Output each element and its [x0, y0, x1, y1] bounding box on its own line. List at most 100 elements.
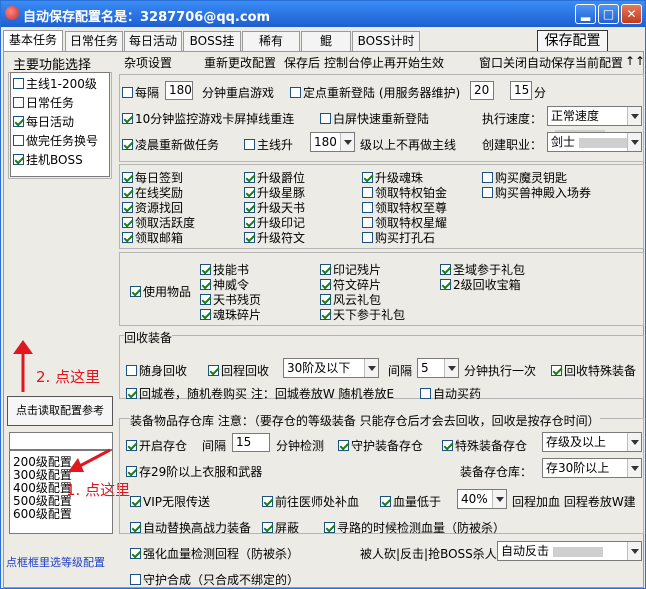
- close-button[interactable]: ✕: [621, 4, 642, 24]
- doctor-checkbox[interactable]: 前往医师处补血: [262, 493, 359, 510]
- checkbox[interactable]: [122, 202, 133, 213]
- save-config-button[interactable]: 保存配置: [537, 30, 608, 52]
- task-item[interactable]: 升级符文: [244, 229, 305, 246]
- checkbox[interactable]: [551, 365, 562, 376]
- checkbox[interactable]: [244, 232, 255, 243]
- tab-boss-idle[interactable]: BOSS挂机: [183, 31, 241, 66]
- timed-hour-input[interactable]: 20: [470, 81, 494, 100]
- special-recycle-checkbox[interactable]: 回收特殊装备: [551, 362, 636, 379]
- replace-equip-checkbox[interactable]: 自动替换高战力装备: [130, 519, 251, 536]
- checkbox[interactable]: [13, 116, 24, 127]
- use-items-checkbox[interactable]: 使用物品: [130, 283, 191, 300]
- task-item[interactable]: 领取邮箱: [122, 229, 183, 246]
- checkbox[interactable]: [13, 97, 24, 108]
- checkbox[interactable]: [362, 187, 373, 198]
- func-item-daily[interactable]: 日常任务: [13, 94, 74, 111]
- recycle-level-select[interactable]: 30阶及以下: [283, 358, 379, 378]
- tab-daily[interactable]: 日常任务: [65, 31, 123, 51]
- checkbox[interactable]: [362, 172, 373, 183]
- guard-synth-checkbox[interactable]: 守护合成（只合成不绑定的）: [130, 571, 299, 588]
- job-select[interactable]: 剑士: [547, 132, 642, 152]
- config-600[interactable]: 600级配置: [13, 505, 72, 522]
- use-item-item[interactable]: 2级回收宝箱: [440, 276, 521, 293]
- checkbox[interactable]: [122, 187, 133, 198]
- checkbox[interactable]: [262, 496, 273, 507]
- checkbox[interactable]: [130, 574, 141, 585]
- restart-checkbox[interactable]: 每隔: [122, 84, 159, 101]
- react-select[interactable]: 自动反击: [497, 541, 642, 561]
- checkbox[interactable]: [244, 202, 255, 213]
- checkbox[interactable]: [122, 217, 133, 228]
- checkbox[interactable]: [130, 522, 141, 533]
- path-detect-checkbox[interactable]: 寻路的时候检测血量（防被杀）: [324, 519, 505, 536]
- checkbox[interactable]: [320, 309, 331, 320]
- checkbox[interactable]: [208, 365, 219, 376]
- checkbox[interactable]: [320, 294, 331, 305]
- checkbox[interactable]: [126, 466, 137, 477]
- maximize-button[interactable]: □: [598, 4, 619, 24]
- storage-gap-input[interactable]: 15: [232, 433, 270, 452]
- checkbox[interactable]: [482, 172, 493, 183]
- tab-rare-boss[interactable]: 稀有BOSS: [242, 31, 300, 66]
- guard-storage-checkbox[interactable]: 守护装备存仓: [338, 437, 423, 454]
- special-storage-checkbox[interactable]: 特殊装备存仓: [442, 437, 527, 454]
- func-item-switch-account[interactable]: 做完任务换号: [13, 132, 98, 149]
- checkbox[interactable]: [442, 440, 453, 451]
- checkbox[interactable]: [420, 388, 431, 399]
- timed-minute-input[interactable]: 15: [510, 81, 532, 100]
- checkbox[interactable]: [362, 232, 373, 243]
- hp-low-checkbox[interactable]: 血量低于: [380, 493, 441, 510]
- checkbox[interactable]: [130, 548, 141, 559]
- checkbox[interactable]: [200, 294, 211, 305]
- checkbox[interactable]: [262, 522, 273, 533]
- checkbox[interactable]: [338, 440, 349, 451]
- checkbox[interactable]: [200, 264, 211, 275]
- hp-select[interactable]: 40%: [457, 489, 507, 509]
- func-item-boss[interactable]: 挂机BOSS: [13, 151, 83, 168]
- tab-activity[interactable]: 每日活动: [124, 31, 182, 51]
- shield-checkbox[interactable]: 屏蔽: [262, 519, 299, 536]
- store29-checkbox[interactable]: 存29阶以上衣服和武器: [126, 463, 262, 480]
- checkbox[interactable]: [244, 172, 255, 183]
- task-item[interactable]: 购买兽神殿入场券: [482, 184, 591, 201]
- checkbox[interactable]: [362, 202, 373, 213]
- checkbox[interactable]: [380, 496, 391, 507]
- restart-minutes-input[interactable]: 180: [165, 81, 193, 100]
- checkbox[interactable]: [122, 232, 133, 243]
- checkbox[interactable]: [324, 522, 335, 533]
- func-item-activity[interactable]: 每日活动: [13, 113, 74, 130]
- checkbox[interactable]: [244, 217, 255, 228]
- warehouse-select[interactable]: 存30阶以上: [542, 458, 642, 478]
- mainline-checkbox[interactable]: 主线升: [244, 136, 293, 153]
- checkbox[interactable]: [126, 365, 137, 376]
- checkbox[interactable]: [482, 187, 493, 198]
- minimize-button[interactable]: ▂: [575, 4, 596, 24]
- force-hp-checkbox[interactable]: 强化血量检测回程（防被杀）: [130, 545, 299, 562]
- tab-boss-timer[interactable]: BOSS计时器: [352, 31, 420, 66]
- checkbox[interactable]: [362, 217, 373, 228]
- white-screen-checkbox[interactable]: 白屏快速重新登陆: [320, 110, 429, 127]
- use-item-item[interactable]: 天下参于礼包: [320, 306, 405, 323]
- checkbox[interactable]: [440, 264, 451, 275]
- home-recycle-checkbox[interactable]: 回程回收: [208, 362, 269, 379]
- checkbox[interactable]: [290, 87, 301, 98]
- checkbox[interactable]: [320, 113, 331, 124]
- random-recycle-checkbox[interactable]: 随身回收: [126, 362, 187, 379]
- checkbox[interactable]: [13, 154, 24, 165]
- checkbox[interactable]: [200, 279, 211, 290]
- checkbox[interactable]: [13, 78, 24, 89]
- vip-checkbox[interactable]: VIP无限传送: [130, 493, 210, 510]
- checkbox[interactable]: [122, 139, 133, 150]
- tab-basic[interactable]: 基本任务: [3, 30, 63, 52]
- use-item-item[interactable]: 魂珠碎片: [200, 306, 261, 323]
- timed-login-checkbox[interactable]: 定点重新登陆 (用服务器维护): [290, 84, 460, 101]
- checkbox[interactable]: [320, 279, 331, 290]
- open-storage-checkbox[interactable]: 开启存仓: [126, 437, 187, 454]
- checkbox[interactable]: [126, 440, 137, 451]
- checkbox[interactable]: [130, 496, 141, 507]
- checkbox[interactable]: [244, 187, 255, 198]
- func-item-mainline[interactable]: 主线1-200级: [13, 75, 97, 92]
- speed-select[interactable]: 正常速度: [547, 106, 642, 140]
- checkbox[interactable]: [13, 135, 24, 146]
- checkbox[interactable]: [200, 309, 211, 320]
